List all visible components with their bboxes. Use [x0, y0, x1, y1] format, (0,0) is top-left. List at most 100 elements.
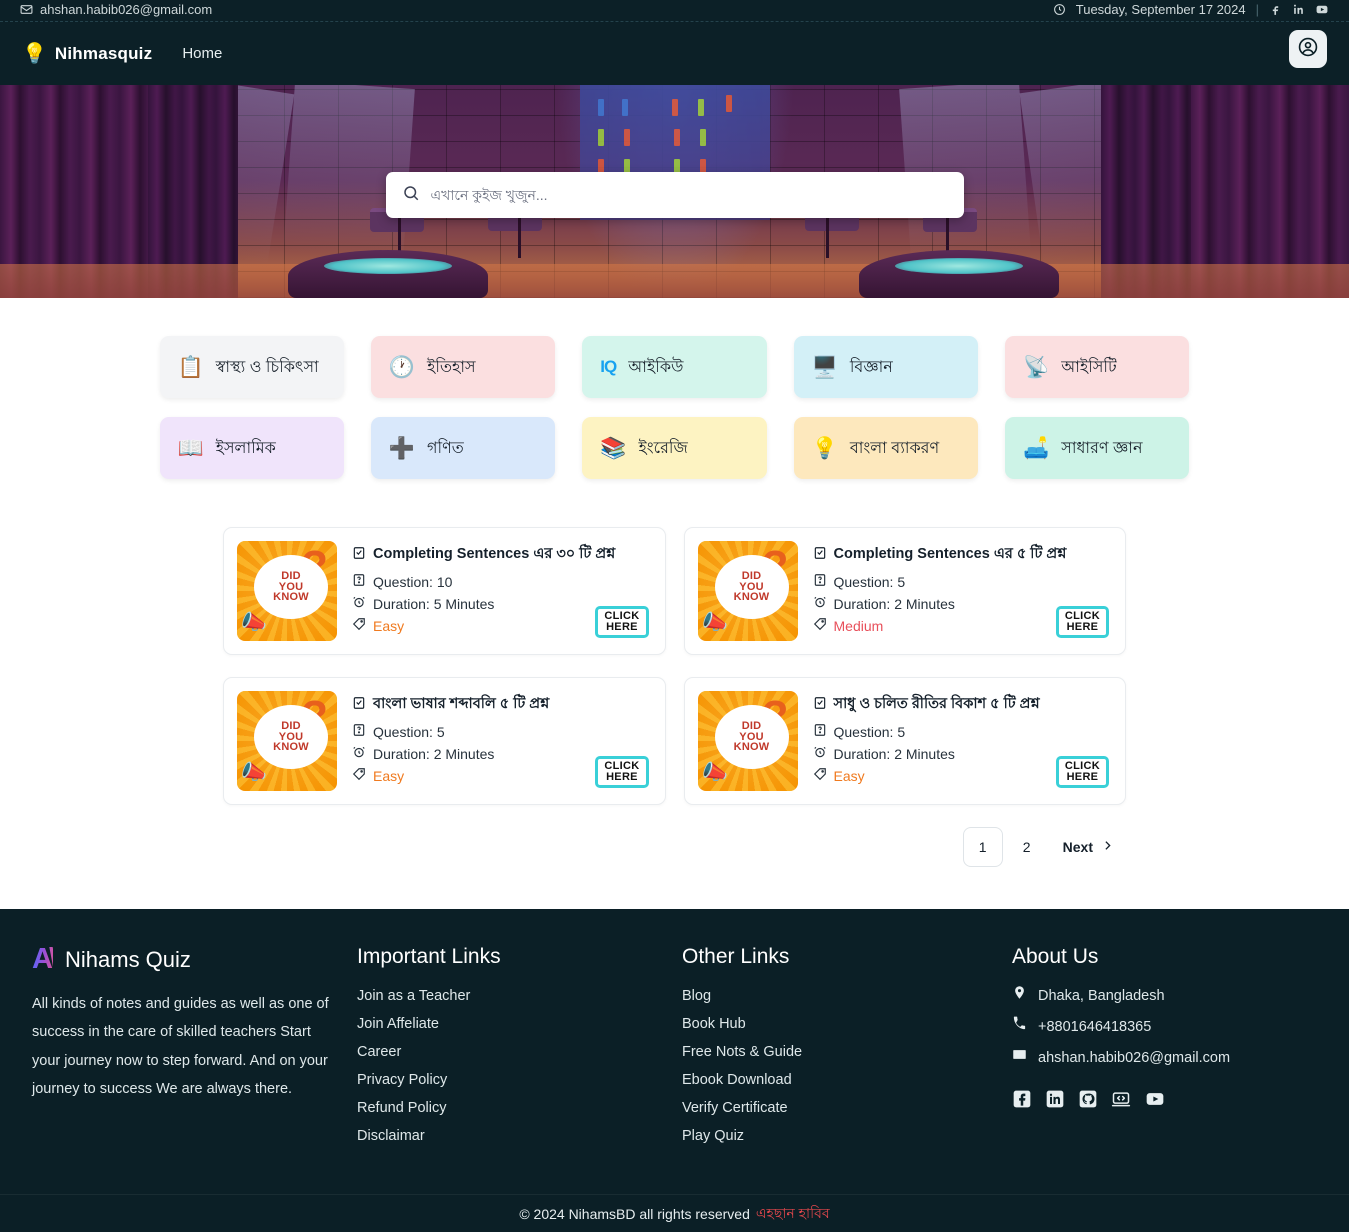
- desk-lamp-books-icon: 🛋️: [1023, 436, 1050, 460]
- quiz-grid: ?DIDYOUKNOW📣 Completing Sentences এর ৩০ ট…: [223, 527, 1126, 805]
- github-icon[interactable]: [1078, 1089, 1098, 1114]
- account-button[interactable]: [1289, 30, 1327, 69]
- quiz-card[interactable]: ?DIDYOUKNOW📣Completing Sentences এর ৫ টি…: [683, 527, 1126, 655]
- tag-icon: [352, 617, 366, 634]
- pagination-page-1[interactable]: 1: [962, 827, 1003, 867]
- topbar-separator: |: [1255, 2, 1259, 17]
- footer-link[interactable]: Join Affeliate: [357, 1011, 682, 1039]
- category-label: বিজ্ঞান: [849, 358, 893, 376]
- footer-link[interactable]: Ebook Download: [682, 1067, 1012, 1095]
- click-here-button[interactable]: CLICK HERE: [1055, 755, 1109, 788]
- megaphone-icon: 📣: [701, 611, 728, 634]
- hero-banner: [0, 85, 1349, 298]
- user-circle-icon: [1297, 36, 1319, 63]
- tag-icon: [352, 767, 366, 784]
- footer-logo[interactable]: A\ Nihams Quiz: [32, 945, 357, 974]
- footer-link[interactable]: Refund Policy: [357, 1095, 682, 1123]
- quiz-question-count: Question: 5: [352, 723, 549, 740]
- category-label: আইকিউ: [628, 358, 684, 376]
- category-card-8[interactable]: 💡 বাংলা ব্যাকরণ: [793, 417, 979, 479]
- category-card-1[interactable]: 🕐 ইতিহাস: [370, 336, 556, 398]
- copyright-author: এহছান হাবিব: [755, 1204, 830, 1221]
- checklist-icon: [352, 696, 366, 714]
- footer-email[interactable]: ahshan.habib026@gmail.com: [1012, 1045, 1317, 1073]
- question-box-icon: [813, 723, 827, 740]
- did-you-know-bubble: DID YOU KNOW: [254, 705, 328, 769]
- category-label: গণিত: [427, 439, 464, 457]
- quiz-title-row: Completing Sentences এর ৩০ টি প্রশ্ন: [352, 543, 615, 567]
- footer-link[interactable]: Free Nots & Guide: [682, 1039, 1012, 1067]
- thumb-line-3: KNOW: [273, 741, 309, 754]
- click-here-button[interactable]: CLICK HERE: [1055, 605, 1109, 638]
- youtube-icon[interactable]: [1315, 3, 1329, 16]
- quiz-info: Completing Sentences এর ৫ টি প্রশ্ন Quest…: [813, 541, 1067, 641]
- category-card-3[interactable]: 🖥️ বিজ্ঞান: [793, 336, 979, 398]
- youtube-icon[interactable]: [1144, 1089, 1166, 1114]
- search-box[interactable]: [385, 172, 964, 218]
- quiz-info: Completing Sentences এর ৩০ টি প্রশ্ন Ques…: [352, 541, 615, 641]
- click-here-button[interactable]: CLICK HERE: [595, 605, 649, 638]
- category-card-9[interactable]: 🛋️ সাধারণ জ্ঞান: [1005, 417, 1190, 479]
- category-grid: 📋 স্বাস্থ্য ও চিকিৎসা 🕐 ইতিহাস IQ আইকিউ 🖥️ বিজ্…: [159, 336, 1190, 479]
- linkedin-icon[interactable]: [1045, 1089, 1065, 1114]
- topbar-date: Tuesday, September 17 2024: [1075, 2, 1246, 17]
- footer-link[interactable]: Disclaimar: [357, 1123, 682, 1151]
- category-card-2[interactable]: IQ আইকিউ: [582, 336, 767, 398]
- footer-link[interactable]: Privacy Policy: [357, 1067, 682, 1095]
- topbar-email: ahshan.habib026@gmail.com: [40, 2, 213, 17]
- quiz-duration: Duration: 2 Minutes: [813, 745, 1040, 762]
- footer-socials: [1012, 1089, 1317, 1114]
- history-clock-icon: 🕐: [388, 355, 416, 379]
- top-utility-bar: ahshan.habib026@gmail.com Tuesday, Septe…: [0, 0, 1349, 22]
- category-label: সাধারণ জ্ঞান: [1061, 439, 1143, 457]
- footer-link[interactable]: Verify Certificate: [682, 1095, 1012, 1123]
- clock-icon: [1053, 3, 1066, 16]
- category-card-7[interactable]: 📚 ইংরেজি: [582, 417, 767, 479]
- aa-monogram-icon: A\: [32, 943, 57, 975]
- quiz-question-count: Question: 10: [352, 573, 615, 590]
- footer-link[interactable]: Join as a Teacher: [357, 983, 682, 1011]
- facebook-icon[interactable]: [1269, 3, 1282, 16]
- quiz-duration: Duration: 5 Minutes: [352, 595, 615, 612]
- quiz-card[interactable]: ?DIDYOUKNOW📣বাংলা ভাষার শব্দাবলি ৫ টি প্…: [223, 677, 666, 805]
- nav-item-home[interactable]: Home: [182, 45, 222, 62]
- facebook-icon[interactable]: [1012, 1089, 1032, 1114]
- category-card-4[interactable]: 📡 আইসিটি: [1005, 336, 1190, 398]
- quiz-duration: Duration: 2 Minutes: [813, 595, 1067, 612]
- click-here-button[interactable]: CLICK HERE: [595, 755, 649, 788]
- brand-logo[interactable]: 💡 Nihmasquiz: [22, 44, 152, 64]
- quiz-card[interactable]: ?DIDYOUKNOW📣সাধু ও চলিত রীতির বিকাশ ৫ টি…: [683, 677, 1126, 805]
- quiz-card[interactable]: ?DIDYOUKNOW📣Completing Sentences এর ৩০ ট…: [223, 527, 666, 655]
- idea-book-icon: 💡: [811, 436, 838, 460]
- category-card-0[interactable]: 📋 স্বাস্থ্য ও চিকিৎসা: [159, 336, 344, 398]
- navbar: 💡 Nihmasquiz Home: [0, 22, 1349, 85]
- footer-address-text: Dhaka, Bangladesh: [1038, 988, 1165, 1004]
- footer-link[interactable]: Blog: [682, 983, 1012, 1011]
- footer-link[interactable]: Career: [357, 1039, 682, 1067]
- category-card-5[interactable]: 📖 ইসলামিক: [159, 417, 344, 479]
- linkedin-icon[interactable]: [1292, 3, 1305, 16]
- copyright-bar: © 2024 NihamsBD all rights reserved এহছা…: [0, 1194, 1349, 1232]
- english-book-icon: 📚: [600, 436, 627, 460]
- topbar-meta: Tuesday, September 17 2024 |: [1053, 2, 1329, 17]
- code-laptop-icon[interactable]: [1111, 1089, 1131, 1114]
- quiz-thumbnail: ?DIDYOUKNOW📣: [697, 541, 798, 641]
- question-box-icon: [352, 573, 366, 590]
- footer-link[interactable]: Book Hub: [682, 1011, 1012, 1039]
- cta-line-2: HERE: [1066, 620, 1099, 633]
- thumb-line-1: DID: [281, 569, 301, 582]
- pagination-page-2[interactable]: 2: [1007, 827, 1047, 867]
- pagination-next-button[interactable]: Next: [1051, 839, 1126, 855]
- quiz-title: Completing Sentences এর ৫ টি প্রশ্ন: [833, 546, 1067, 562]
- category-card-6[interactable]: ➕ গণিত: [370, 417, 556, 479]
- footer-brand-name: Nihams Quiz: [65, 946, 191, 972]
- footer-column-heading: Important Links: [357, 945, 501, 968]
- footer-link[interactable]: Play Quiz: [682, 1123, 1012, 1151]
- footer-phone[interactable]: +8801646418365: [1012, 1014, 1317, 1042]
- quiz-difficulty-label: Easy: [833, 767, 865, 784]
- quiz-info: সাধু ও চলিত রীতির বিকাশ ৫ টি প্রশ্ন Quest…: [813, 691, 1040, 791]
- search-icon: [402, 184, 420, 207]
- phone-icon: [1012, 1014, 1027, 1042]
- cta-line-2: HERE: [1066, 770, 1099, 783]
- search-input[interactable]: [430, 187, 948, 203]
